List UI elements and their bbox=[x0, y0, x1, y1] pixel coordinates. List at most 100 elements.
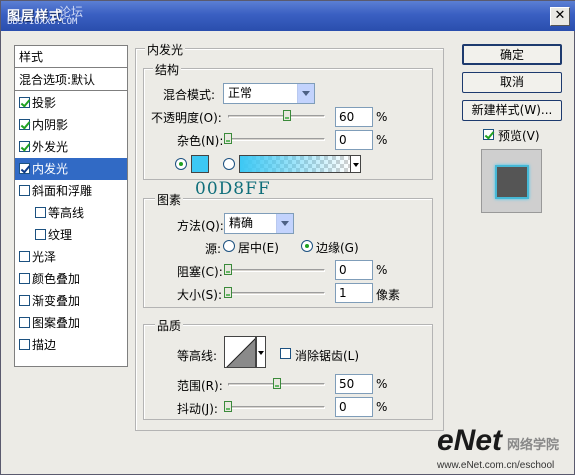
style-item-inner-shadow[interactable]: 内阴影 bbox=[15, 114, 127, 136]
style-item-texture[interactable]: 纹理 bbox=[15, 224, 127, 246]
cancel-button[interactable]: 取消 bbox=[462, 72, 562, 93]
contour-preview[interactable] bbox=[224, 336, 256, 368]
noise-label: 杂色(N): bbox=[177, 134, 224, 148]
chevron-down-icon bbox=[258, 351, 264, 358]
contour-dropdown[interactable] bbox=[256, 336, 266, 368]
new-style-button[interactable]: 新建样式(W)... bbox=[462, 100, 562, 121]
technique-select[interactable]: 精确 bbox=[224, 213, 294, 234]
source-edge-label[interactable]: 边缘(G) bbox=[316, 239, 359, 256]
blend-mode-select[interactable]: 正常 bbox=[223, 83, 315, 104]
choke-unit: % bbox=[376, 263, 388, 277]
size-input[interactable]: 1 bbox=[335, 283, 373, 303]
elements-title: 图素 bbox=[155, 191, 184, 208]
range-label: 范围(R): bbox=[177, 379, 223, 393]
color-hex-annotation: 00D8FF bbox=[195, 179, 271, 199]
noise-slider-thumb[interactable] bbox=[224, 133, 232, 144]
ok-button[interactable]: 确定 bbox=[462, 44, 562, 65]
gradient-dropdown[interactable] bbox=[350, 155, 361, 173]
range-slider-thumb[interactable] bbox=[273, 378, 281, 389]
watermark-url: BBS.16XX8.COM bbox=[7, 17, 78, 27]
opacity-label: 不透明度(O): bbox=[151, 111, 222, 125]
checkbox-icon[interactable] bbox=[19, 295, 30, 306]
brand-logo: eNet bbox=[437, 424, 503, 457]
checkbox-icon[interactable] bbox=[35, 207, 46, 218]
preview-checkbox[interactable] bbox=[483, 129, 494, 140]
layer-style-dialog: 图层样式 论坛 BBS.16XX8.COM ✕ 样式 混合选项:默认 投影 内阴… bbox=[0, 0, 575, 475]
checkbox-icon[interactable] bbox=[19, 163, 30, 174]
checkbox-icon[interactable] bbox=[19, 251, 30, 262]
checkbox-icon[interactable] bbox=[19, 317, 30, 328]
size-label: 大小(S): bbox=[177, 288, 223, 302]
antialias-label[interactable]: 消除锯齿(L) bbox=[295, 347, 359, 364]
jitter-label: 抖动(J): bbox=[177, 402, 218, 416]
checkbox-icon[interactable] bbox=[19, 141, 30, 152]
opacity-slider-thumb[interactable] bbox=[283, 110, 291, 121]
size-slider-track[interactable] bbox=[228, 292, 325, 295]
noise-slider-track[interactable] bbox=[228, 138, 325, 141]
close-button[interactable]: ✕ bbox=[550, 7, 570, 26]
opacity-unit: % bbox=[376, 110, 388, 124]
style-item-bevel-emboss[interactable]: 斜面和浮雕 bbox=[15, 180, 127, 202]
style-item-outer-glow[interactable]: 外发光 bbox=[15, 136, 127, 158]
brand-url: www.eNet.com.cn/eschool bbox=[437, 460, 555, 471]
choke-label: 阻塞(C): bbox=[177, 265, 223, 279]
glow-color-swatch[interactable] bbox=[191, 155, 209, 173]
choke-input[interactable]: 0 bbox=[335, 260, 373, 280]
checkbox-icon[interactable] bbox=[19, 273, 30, 284]
chevron-down-icon bbox=[297, 84, 314, 103]
size-slider-thumb[interactable] bbox=[224, 287, 232, 298]
jitter-input[interactable]: 0 bbox=[335, 397, 373, 417]
chevron-down-icon bbox=[276, 214, 293, 233]
antialias-checkbox[interactable] bbox=[280, 348, 291, 359]
chevron-down-icon bbox=[353, 163, 359, 170]
noise-input[interactable]: 0 bbox=[335, 130, 373, 150]
range-input[interactable]: 50 bbox=[335, 374, 373, 394]
inner-glow-title: 内发光 bbox=[145, 41, 186, 58]
source-center-radio[interactable] bbox=[223, 240, 235, 252]
style-item-gradient-overlay[interactable]: 渐变叠加 bbox=[15, 290, 127, 312]
choke-slider-thumb[interactable] bbox=[224, 264, 232, 275]
solid-color-radio[interactable] bbox=[175, 158, 187, 170]
source-center-label[interactable]: 居中(E) bbox=[238, 239, 279, 256]
structure-title: 结构 bbox=[153, 61, 182, 78]
style-item-contour[interactable]: 等高线 bbox=[15, 202, 127, 224]
checkbox-icon[interactable] bbox=[19, 119, 30, 130]
blend-options-item[interactable]: 混合选项:默认 bbox=[15, 69, 127, 91]
jitter-slider-track[interactable] bbox=[228, 406, 325, 409]
style-item-stroke[interactable]: 描边 bbox=[15, 334, 127, 356]
source-label: 源: bbox=[205, 242, 222, 256]
styles-header[interactable]: 样式 bbox=[15, 46, 127, 68]
style-item-color-overlay[interactable]: 颜色叠加 bbox=[15, 268, 127, 290]
choke-slider-track[interactable] bbox=[228, 269, 325, 272]
style-preview bbox=[481, 149, 542, 213]
quality-title: 品质 bbox=[155, 317, 184, 334]
gradient-radio[interactable] bbox=[223, 158, 235, 170]
footer-watermark: eNet 网络学院 www.eNet.com.cn/eschool bbox=[437, 424, 575, 474]
checkbox-icon[interactable] bbox=[19, 185, 30, 196]
close-icon: ✕ bbox=[554, 8, 566, 23]
range-unit: % bbox=[376, 377, 388, 391]
size-unit: 像素 bbox=[376, 288, 401, 302]
noise-unit: % bbox=[376, 133, 388, 147]
gradient-preview[interactable] bbox=[239, 155, 351, 173]
source-edge-radio[interactable] bbox=[301, 240, 313, 252]
contour-label: 等高线: bbox=[177, 349, 218, 363]
technique-label: 方法(Q): bbox=[177, 219, 224, 233]
style-item-pattern-overlay[interactable]: 图案叠加 bbox=[15, 312, 127, 334]
preview-thumbnail bbox=[495, 165, 529, 199]
preview-label[interactable]: 预览(V) bbox=[498, 127, 540, 144]
brand-cn: 网络学院 bbox=[507, 438, 560, 453]
styles-list: 样式 混合选项:默认 投影 内阴影 外发光 内发光 斜面和浮雕 等高线 纹理 光… bbox=[14, 45, 128, 367]
jitter-slider-thumb[interactable] bbox=[224, 401, 232, 412]
style-item-inner-glow[interactable]: 内发光 bbox=[15, 158, 127, 180]
style-item-drop-shadow[interactable]: 投影 bbox=[15, 92, 127, 114]
checkbox-icon[interactable] bbox=[35, 229, 46, 240]
opacity-input[interactable]: 60 bbox=[335, 107, 373, 127]
blend-mode-label: 混合模式: bbox=[163, 88, 216, 102]
opacity-slider-track[interactable] bbox=[228, 115, 325, 118]
contour-curve-icon bbox=[226, 338, 255, 367]
checkbox-icon[interactable] bbox=[19, 339, 30, 350]
style-item-satin[interactable]: 光泽 bbox=[15, 246, 127, 268]
checkbox-icon[interactable] bbox=[19, 97, 30, 108]
title-bar[interactable]: 图层样式 论坛 BBS.16XX8.COM ✕ bbox=[1, 1, 575, 31]
